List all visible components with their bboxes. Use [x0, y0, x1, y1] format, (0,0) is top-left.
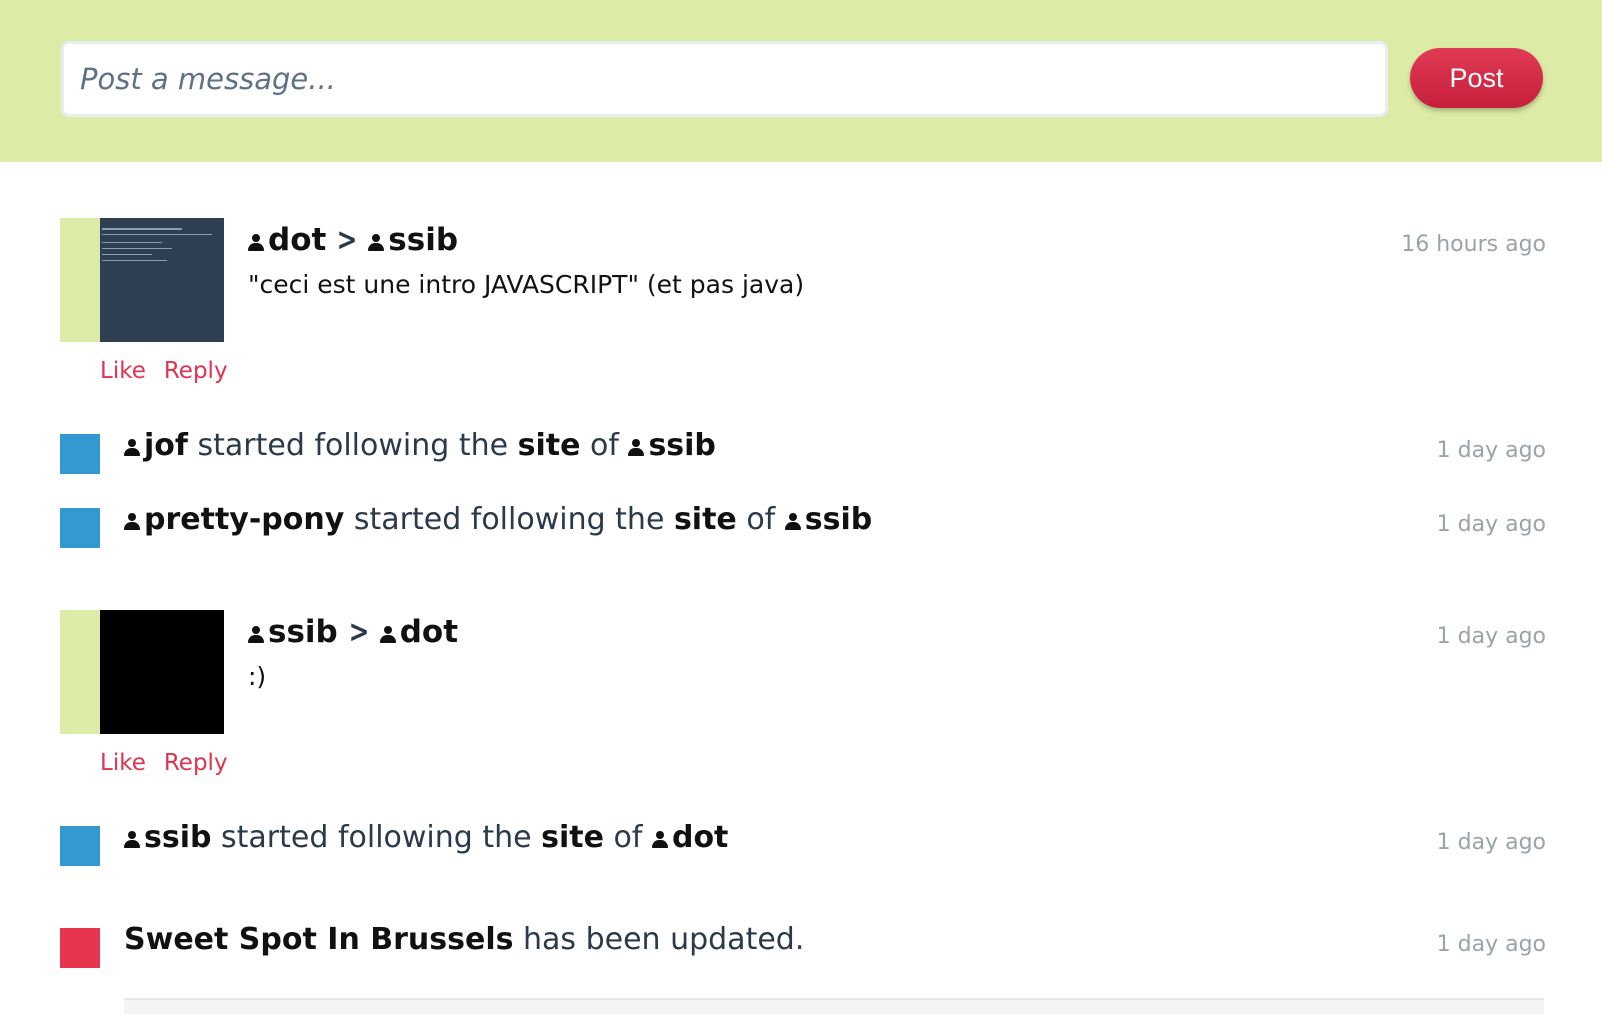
user-icon	[368, 234, 385, 251]
user-icon	[628, 439, 645, 456]
user-icon	[124, 439, 140, 456]
activity-preposition: of	[589, 428, 619, 463]
message-input[interactable]	[61, 41, 1388, 117]
author-name[interactable]: ssib	[268, 614, 338, 650]
chevron-right-icon: >	[348, 614, 370, 650]
reply-link[interactable]: Reply	[164, 750, 228, 776]
composer-bar: Post	[0, 0, 1602, 162]
follow-activity-icon	[60, 826, 100, 866]
update-activity-icon	[60, 928, 100, 968]
post-header: dot > ssib	[248, 222, 458, 258]
recipient-name[interactable]: dot	[400, 614, 458, 650]
actor-name[interactable]: pretty-pony	[144, 502, 344, 537]
user-icon	[651, 831, 668, 848]
chevron-right-icon: >	[336, 222, 358, 258]
user-icon	[379, 626, 396, 643]
post-message: "ceci est une intro JAVASCRIPT" (et pas …	[248, 270, 805, 299]
thumbnail-accent-bar	[60, 218, 100, 342]
post-message: :)	[248, 662, 267, 691]
activity-timestamp: 1 day ago	[1436, 438, 1546, 463]
user-icon	[248, 234, 264, 251]
post-timestamp: 16 hours ago	[1401, 232, 1546, 257]
activity-text: jof started following the site of ssib	[124, 428, 716, 463]
post-thumbnail[interactable]	[60, 610, 224, 734]
activity-verb: started following the	[221, 820, 532, 855]
user-icon	[784, 513, 801, 530]
follow-activity-icon	[60, 434, 100, 474]
update-text: has been updated.	[523, 922, 805, 957]
user-icon	[124, 513, 140, 530]
user-icon	[248, 626, 264, 643]
actor-name[interactable]: ssib	[144, 820, 211, 855]
activity-text: ssib started following the site of dot	[124, 820, 728, 855]
activity-text: Sweet Spot In Brussels has been updated.	[124, 922, 804, 957]
like-link[interactable]: Like	[100, 358, 146, 384]
post-header: ssib > dot	[248, 614, 458, 650]
target-name[interactable]: dot	[672, 820, 728, 855]
post-actions: Like Reply	[100, 750, 246, 776]
reply-link[interactable]: Reply	[164, 358, 228, 384]
post-timestamp: 1 day ago	[1436, 624, 1546, 649]
post-thumbnail[interactable]	[60, 218, 224, 342]
actor-name[interactable]: jof	[144, 428, 188, 463]
activity-timestamp: 1 day ago	[1436, 512, 1546, 537]
site-name[interactable]: Sweet Spot In Brussels	[124, 922, 513, 957]
thumbnail-accent-bar	[60, 610, 100, 734]
activity-timestamp: 1 day ago	[1436, 830, 1546, 855]
like-link[interactable]: Like	[100, 750, 146, 776]
activity-verb: started following the	[353, 502, 665, 537]
target-name[interactable]: ssib	[648, 428, 715, 463]
activity-object[interactable]: site	[674, 502, 737, 537]
follow-activity-icon	[60, 508, 100, 548]
post-actions: Like Reply	[100, 358, 246, 384]
activity-verb: started following the	[197, 428, 509, 463]
activity-preposition: of	[746, 502, 776, 537]
post-button[interactable]: Post	[1410, 48, 1543, 108]
activity-text: pretty-pony started following the site o…	[124, 502, 872, 537]
author-name[interactable]: dot	[268, 222, 326, 258]
activity-timestamp: 1 day ago	[1436, 932, 1546, 957]
site-screenshot-thumbnail	[100, 610, 224, 734]
activity-object[interactable]: site	[518, 428, 581, 463]
activity-preposition: of	[613, 820, 643, 855]
site-screenshot-thumbnail	[100, 218, 224, 342]
recipient-name[interactable]: ssib	[388, 222, 458, 258]
target-name[interactable]: ssib	[805, 502, 872, 537]
activity-object[interactable]: site	[541, 820, 604, 855]
user-icon	[124, 831, 140, 848]
